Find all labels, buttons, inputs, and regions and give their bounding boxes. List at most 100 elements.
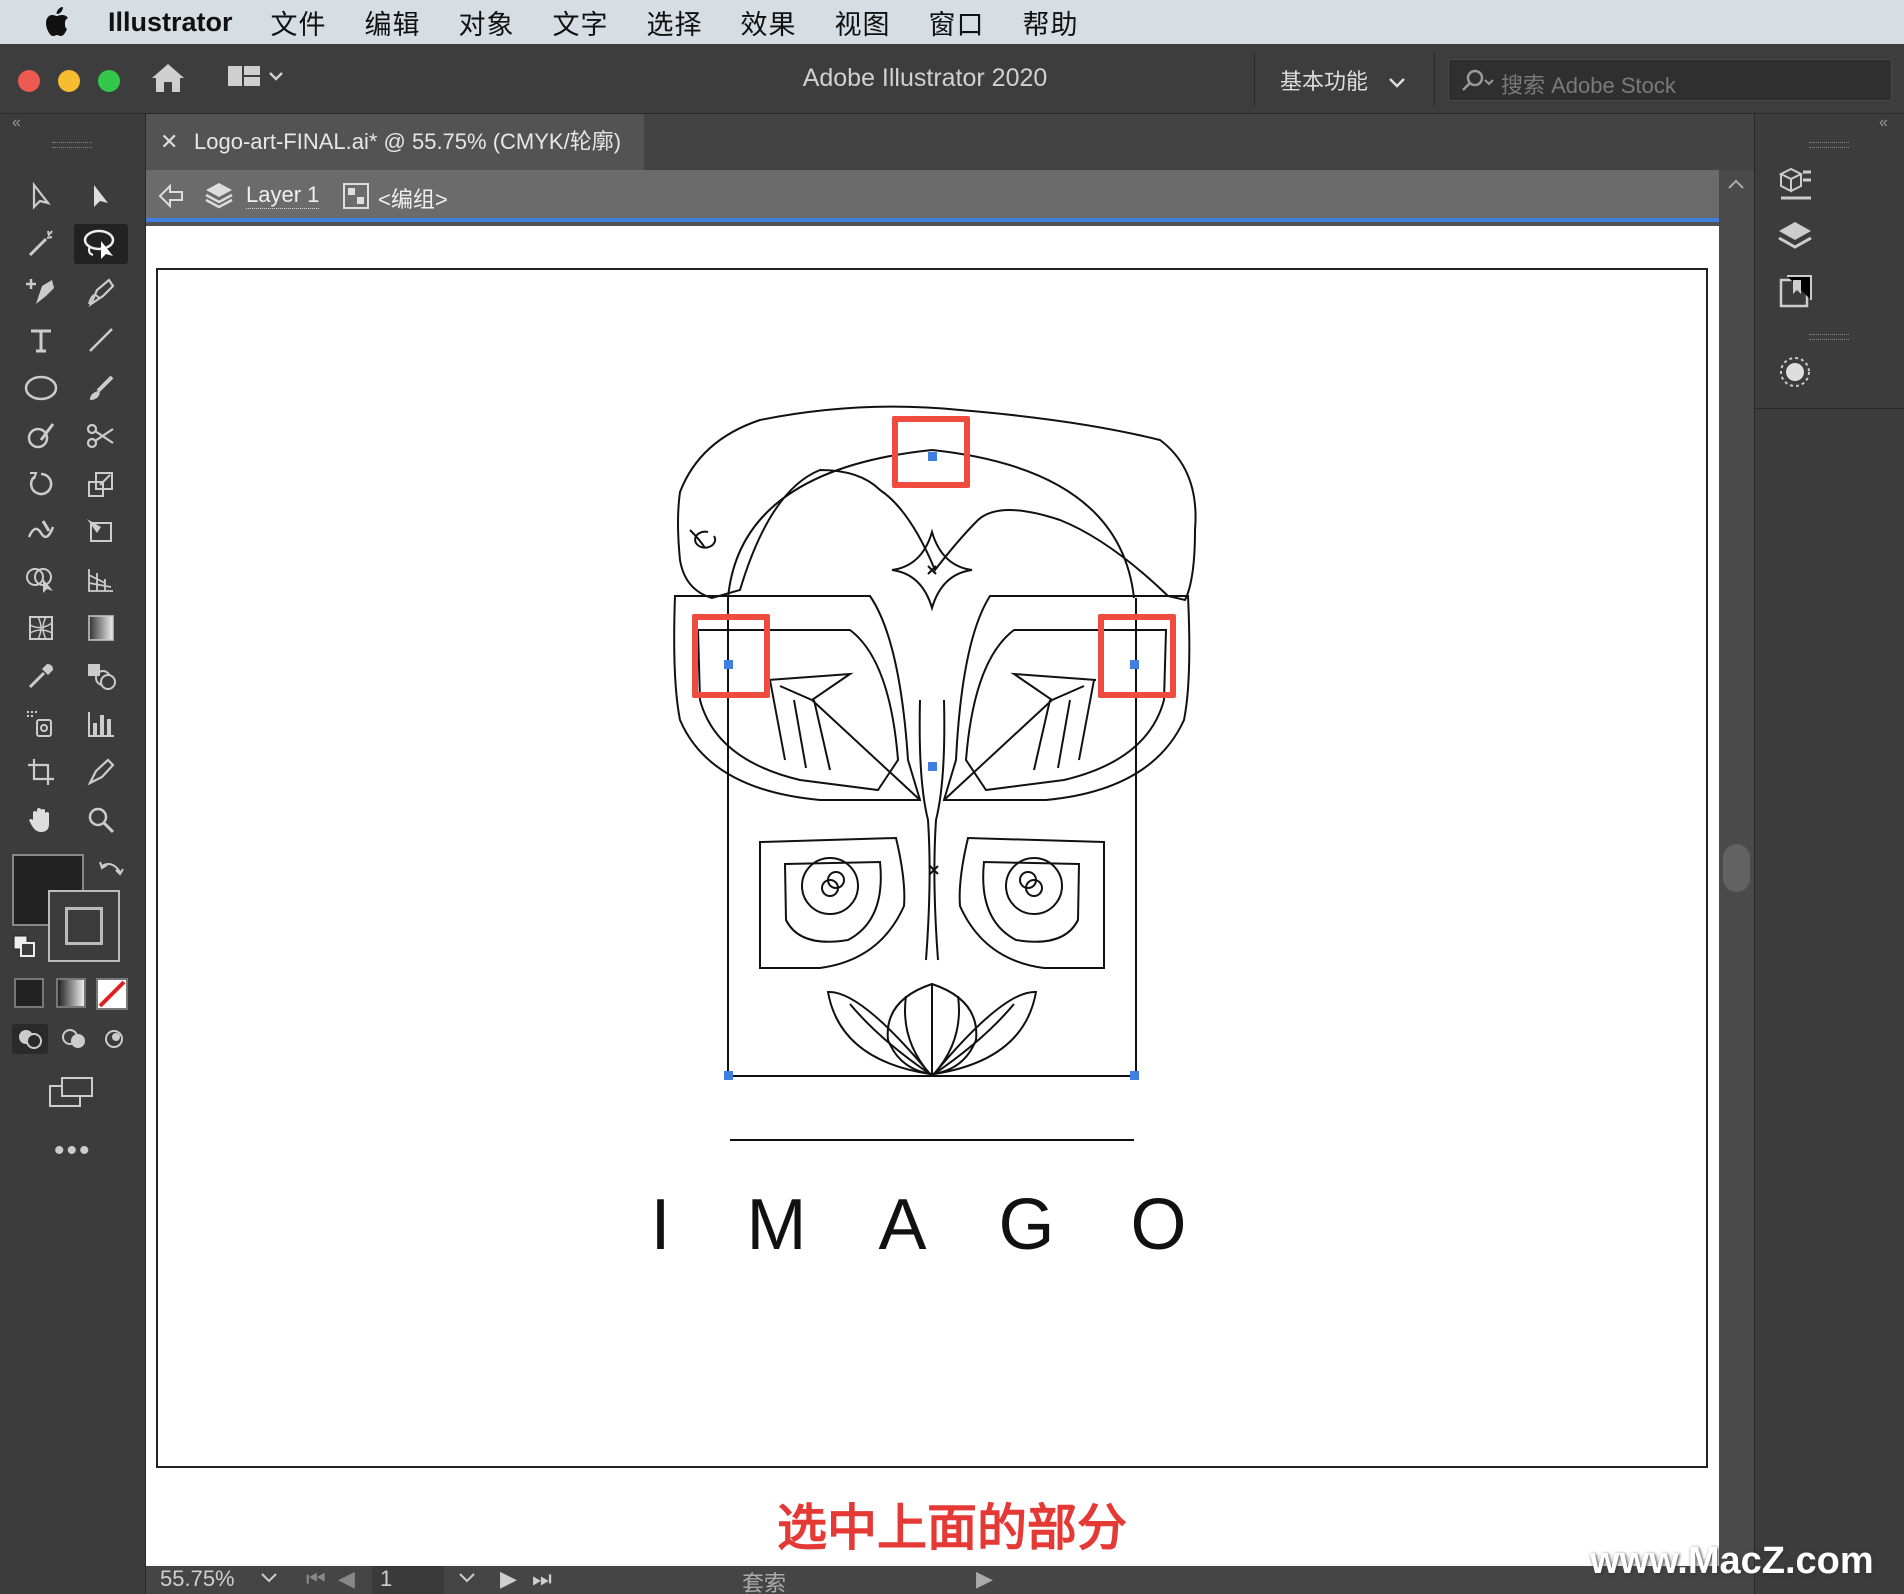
document-tab-bar: ✕ Logo-art-FINAL.ai* @ 55.75% (CMYK/轮廓) — [146, 114, 1754, 170]
default-fill-stroke-icon[interactable] — [12, 934, 38, 960]
draw-behind-icon[interactable] — [56, 1024, 92, 1054]
add-anchor-point-tool-icon[interactable] — [14, 272, 68, 312]
appearance-panel-icon[interactable] — [1775, 352, 1815, 392]
panel-grip[interactable] — [52, 142, 92, 148]
back-arrow-icon[interactable] — [156, 182, 186, 210]
highlight-box — [692, 614, 770, 698]
eyedropper-tool-icon[interactable] — [14, 656, 68, 696]
collapse-panel-icon[interactable]: « — [1879, 114, 1888, 132]
divider — [1755, 408, 1904, 409]
stock-search-input[interactable]: 搜索 Adobe Stock — [1448, 59, 1892, 101]
menu-effect[interactable]: 效果 — [741, 3, 797, 42]
shaper-tool-icon[interactable] — [14, 416, 68, 456]
watermark: www.MacZ.com — [1590, 1540, 1874, 1582]
group-icon — [343, 183, 369, 209]
paintbrush-tool-icon[interactable] — [74, 368, 128, 408]
chevron-down-icon[interactable] — [260, 1572, 278, 1584]
rotate-tool-icon[interactable] — [14, 464, 68, 504]
direct-selection-tool-icon[interactable] — [74, 176, 128, 216]
stroke-color-swatch[interactable] — [48, 890, 120, 962]
last-artboard-icon[interactable]: ⏭ — [532, 1566, 552, 1592]
breadcrumb-layer[interactable]: Layer 1 — [246, 182, 320, 209]
logo-text: I M A G O — [650, 1185, 1215, 1265]
status-bar: 55.75% ⏮ ◀ 1 ▶ ⏭ 套索 ▶ — [146, 1566, 1754, 1594]
menu-type[interactable]: 文字 — [553, 3, 609, 42]
symbol-sprayer-tool-icon[interactable] — [14, 704, 68, 744]
title-bar: Adobe Illustrator 2020 基本功能 搜索 Adobe Sto… — [0, 44, 1904, 114]
properties-panel-icon[interactable] — [1775, 164, 1815, 204]
hand-tool-icon[interactable] — [14, 800, 68, 840]
first-artboard-icon[interactable]: ⏮ — [306, 1566, 326, 1592]
workspace-label: 基本功能 — [1280, 69, 1369, 94]
more-tools-icon[interactable]: ••• — [54, 1134, 92, 1168]
menu-object[interactable]: 对象 — [459, 3, 515, 42]
draw-inside-icon[interactable] — [96, 1024, 132, 1054]
layers-panel-icon[interactable] — [1775, 218, 1815, 258]
next-artboard-icon[interactable]: ▶ — [500, 1566, 517, 1592]
document-tab[interactable]: ✕ Logo-art-FINAL.ai* @ 55.75% (CMYK/轮廓) — [146, 114, 644, 170]
tools-panel: « ••• — [0, 114, 146, 1594]
zoom-level-field[interactable]: 55.75% — [160, 1566, 235, 1592]
search-placeholder: 搜索 Adobe Stock — [1501, 73, 1676, 98]
menu-edit[interactable]: 编辑 — [365, 3, 421, 42]
mesh-tool-icon[interactable] — [14, 608, 68, 648]
isolation-mode-bar: Layer 1 <编组> — [146, 170, 1719, 222]
divider — [1254, 52, 1255, 106]
scroll-thumb[interactable] — [1723, 844, 1750, 892]
chevron-down-icon[interactable] — [458, 1572, 476, 1584]
menu-window[interactable]: 窗口 — [929, 3, 985, 42]
gradient-tool-icon[interactable] — [74, 608, 128, 648]
swap-fill-stroke-icon[interactable] — [98, 856, 126, 884]
none-mode-button[interactable] — [96, 978, 128, 1010]
workspace-switcher[interactable]: 基本功能 — [1280, 64, 1406, 96]
draw-normal-icon[interactable] — [12, 1024, 48, 1054]
line-segment-tool-icon[interactable] — [74, 320, 128, 360]
color-mode-button[interactable] — [14, 978, 44, 1008]
canvas-area[interactable]: I M A G O — [146, 226, 1719, 1566]
magic-wand-tool-icon[interactable] — [14, 224, 68, 264]
zoom-tool-icon[interactable] — [74, 800, 128, 840]
previous-artboard-icon[interactable]: ◀ — [338, 1566, 355, 1592]
current-tool-name: 套索 — [742, 1571, 787, 1594]
collapse-panel-icon[interactable]: « — [12, 114, 21, 132]
selection-tool-icon[interactable] — [14, 176, 68, 216]
slice-tool-icon[interactable] — [74, 752, 128, 792]
column-graph-tool-icon[interactable] — [74, 704, 128, 744]
menu-view[interactable]: 视图 — [835, 3, 891, 42]
shape-builder-tool-icon[interactable] — [14, 560, 68, 600]
blend-tool-icon[interactable] — [74, 656, 128, 696]
layer-icon — [205, 183, 233, 209]
artboard-tool-icon[interactable] — [14, 752, 68, 792]
perspective-grid-tool-icon[interactable] — [74, 560, 128, 600]
divider — [1434, 52, 1435, 106]
status-menu-arrow-icon[interactable]: ▶ — [976, 1566, 993, 1592]
gradient-mode-button[interactable] — [56, 978, 86, 1008]
warp-tool-icon[interactable] — [14, 512, 68, 552]
panel-grip[interactable] — [1809, 142, 1849, 148]
apple-icon[interactable] — [38, 2, 78, 42]
highlight-box — [892, 416, 970, 488]
menu-bar: Illustrator 文件 编辑 对象 文字 选择 效果 视图 窗口 帮助 — [0, 0, 1904, 44]
lasso-tool-icon[interactable] — [74, 224, 128, 264]
panel-grip[interactable] — [1809, 334, 1849, 340]
breadcrumb-group[interactable]: <编组> — [378, 182, 448, 214]
type-tool-icon[interactable] — [14, 320, 68, 360]
scale-tool-icon[interactable] — [74, 464, 128, 504]
search-icon — [1462, 69, 1494, 91]
menu-file[interactable]: 文件 — [271, 3, 327, 42]
close-tab-icon[interactable]: ✕ — [160, 114, 178, 170]
change-screen-mode-icon[interactable] — [46, 1074, 96, 1110]
vertical-scrollbar[interactable] — [1719, 170, 1754, 1566]
ellipse-tool-icon[interactable] — [14, 368, 68, 408]
scissors-tool-icon[interactable] — [74, 416, 128, 456]
libraries-panel-icon[interactable] — [1775, 272, 1815, 312]
menu-select[interactable]: 选择 — [647, 3, 703, 42]
artboard-number-field[interactable]: 1 — [372, 1566, 444, 1594]
free-transform-tool-icon[interactable] — [74, 512, 128, 552]
pen-tool-icon[interactable] — [74, 272, 128, 312]
right-panel-dock: « — [1754, 114, 1904, 1594]
menu-app-name[interactable]: Illustrator — [108, 7, 233, 38]
menu-help[interactable]: 帮助 — [1023, 3, 1079, 42]
highlight-box — [1098, 614, 1176, 698]
chevron-up-icon[interactable] — [1727, 178, 1745, 190]
